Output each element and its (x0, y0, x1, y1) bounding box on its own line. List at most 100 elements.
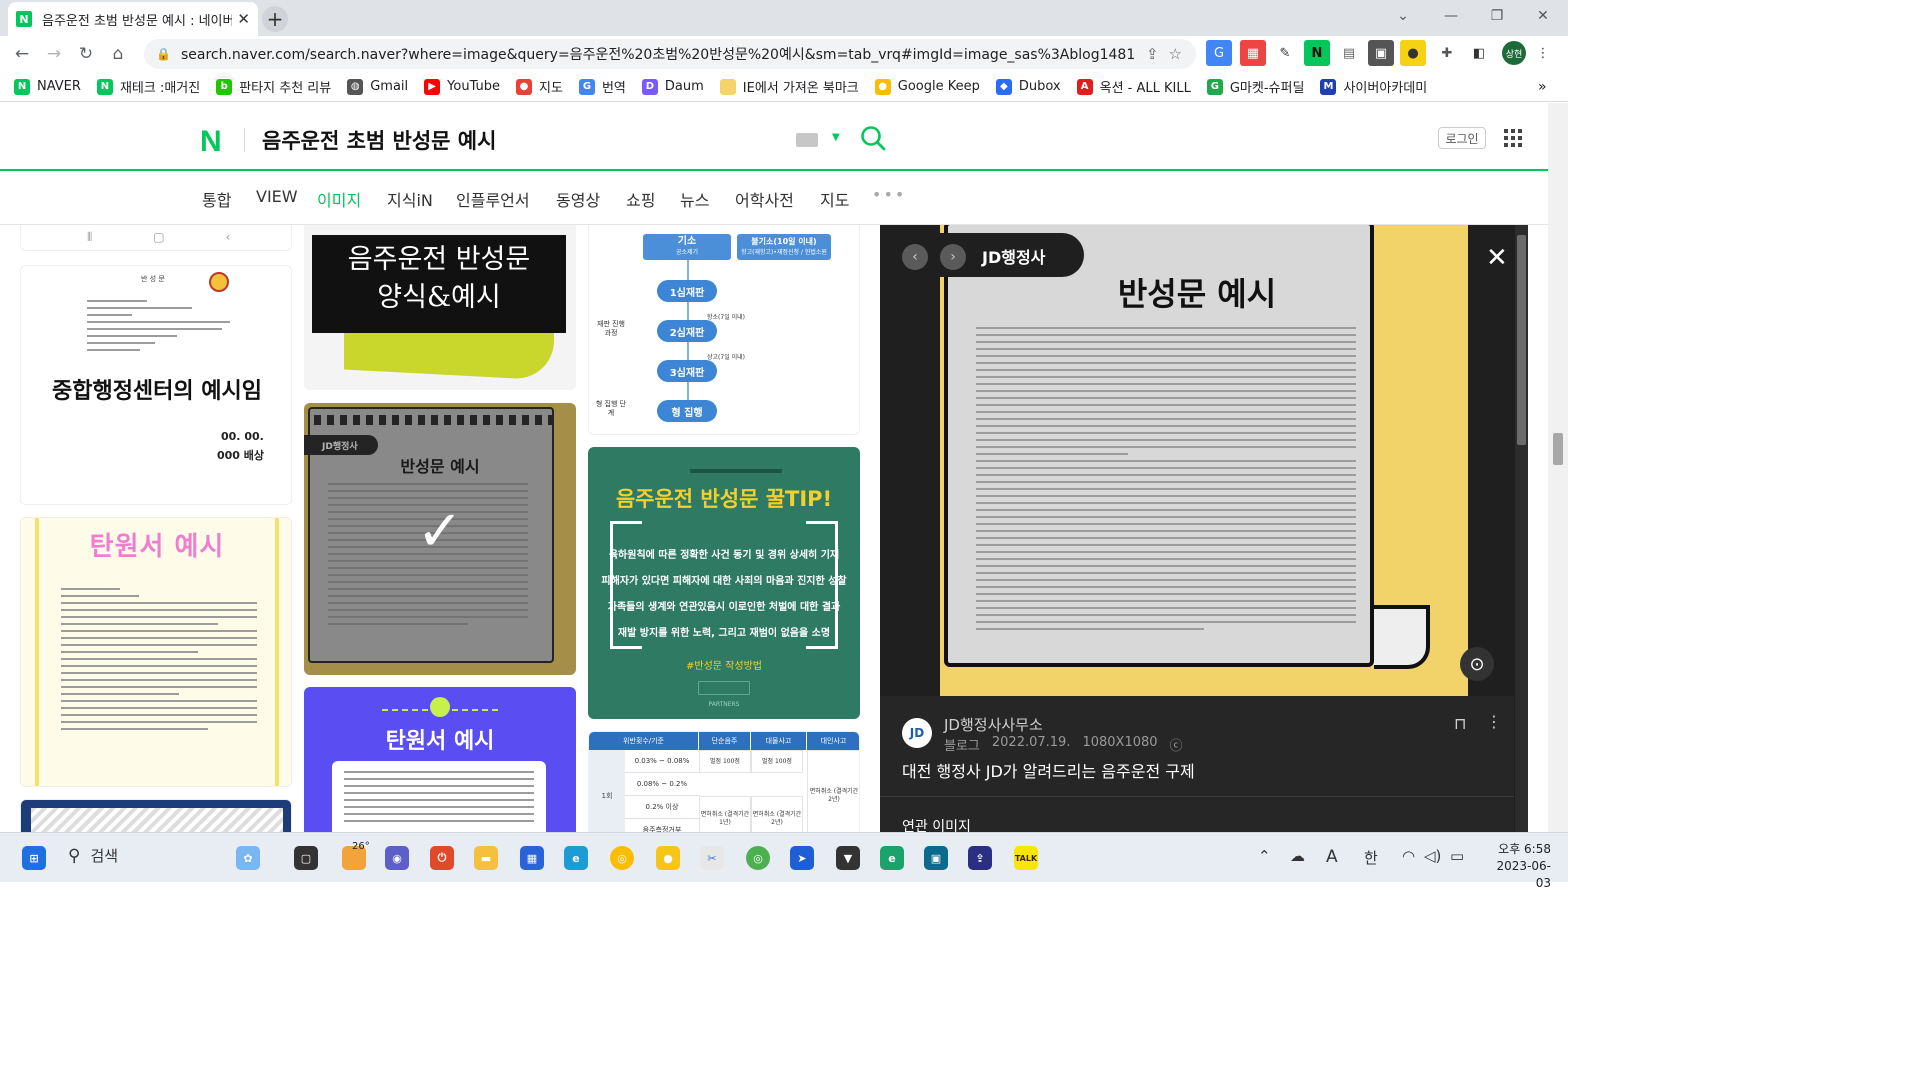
save-bookmark-icon[interactable]: ⊓ (1454, 714, 1466, 733)
naver-extension-icon[interactable]: N (1304, 40, 1330, 66)
address-bar[interactable]: 🔒 search.naver.com/search.naver?where=im… (144, 39, 1196, 69)
close-preview-button[interactable]: ✕ (1486, 243, 1508, 273)
bookmark-item[interactable]: G 번역 (578, 77, 626, 96)
bookmark-item[interactable]: A 옥션 - ALL KILL (1076, 77, 1191, 96)
minimize-button[interactable]: — (1428, 0, 1474, 32)
url-text[interactable]: search.naver.com/search.naver?where=imag… (181, 44, 1136, 64)
restore-button[interactable]: ❐ (1474, 0, 1520, 32)
profile-avatar[interactable]: 상현 (1502, 41, 1526, 65)
bookmark-item[interactable]: IE에서 가져온 북마크 (719, 77, 859, 96)
bookmark-item[interactable]: N NAVER (14, 78, 81, 95)
tab-1[interactable]: VIEW (256, 187, 298, 206)
next-image-button[interactable]: › (940, 244, 966, 270)
autocomplete-toggle-icon[interactable]: ▼ (832, 132, 840, 143)
taskbar-clock[interactable]: 오후 6:58 2023-06-03 (1485, 841, 1551, 892)
keep-icon[interactable]: ● (656, 846, 680, 870)
home-icon[interactable]: ⌂ (102, 38, 134, 70)
bookmark-item[interactable]: ▶ YouTube (424, 78, 500, 95)
bookmark-item[interactable]: M 사이버아카데미 (1320, 77, 1427, 96)
new-tab-button[interactable]: + (262, 6, 288, 32)
pen-app-icon[interactable]: ➤ (790, 846, 814, 870)
source-name[interactable]: JD행정사사무소 (944, 714, 1043, 735)
tab-9[interactable]: 지도 (820, 187, 849, 211)
lock-icon[interactable]: 🔒 (156, 47, 171, 61)
preview-image[interactable]: 반성문 예시 (880, 225, 1514, 696)
fox-app-icon[interactable]: ▼ (836, 846, 860, 870)
kakao-extension-icon[interactable]: ● (1400, 40, 1426, 66)
keyboard-icon[interactable] (796, 133, 818, 147)
tab-search-chevron-icon[interactable]: ⌄ (1380, 0, 1426, 32)
teams-icon[interactable]: ◉ (385, 846, 409, 870)
image-caption[interactable]: 대전 행정사 JD가 알려드리는 음주운전 구제 (902, 758, 1195, 782)
share-icon[interactable]: ⇪ (1146, 45, 1159, 63)
reload-icon[interactable]: ↻ (70, 38, 102, 70)
camera-app-icon[interactable]: ▣ (924, 846, 948, 870)
screenshot-extension-icon[interactable]: ▣ (1368, 40, 1394, 66)
image-result-tips[interactable]: 음주운전 반성문 꿀TIP! 육하원칙에 따른 정확한 사건 동기 및 경위 상… (588, 447, 860, 719)
tab-4[interactable]: 인플루언서 (456, 187, 530, 211)
search-icon[interactable] (860, 125, 886, 151)
battery-icon[interactable]: ▭ (1450, 847, 1464, 865)
search-query-input[interactable]: 음주운전 초범 반성문 예시 (262, 125, 496, 155)
tab-8[interactable]: 어학사전 (735, 187, 794, 211)
browser-menu-icon[interactable]: ⋮ (1530, 40, 1556, 66)
bookmark-item[interactable]: b 판타지 추천 리뷰 (216, 77, 331, 96)
start-menu-icon[interactable]: ⊞ (22, 846, 46, 870)
image-result-partial[interactable] (20, 799, 292, 832)
page-scrollbar[interactable] (1548, 103, 1568, 832)
edge-icon[interactable]: e (564, 846, 588, 870)
image-result-trial-flowchart[interactable]: 기소 공소제기 불기소(10일 이내) 항고(재항고)•재정신청 / 헌법소원 … (588, 225, 860, 435)
apps-grid-icon[interactable] (1504, 129, 1522, 147)
tab-3[interactable]: 지식iN (387, 187, 433, 211)
upload-app-icon[interactable]: ⇪ (968, 846, 992, 870)
pen-extension-icon[interactable]: ✎ (1272, 40, 1298, 66)
bookmarks-overflow-icon[interactable]: » (1538, 79, 1547, 95)
bookmark-item[interactable]: D Daum (641, 78, 704, 95)
prev-image-button[interactable]: ‹ (902, 244, 928, 270)
tab-0[interactable]: 통합 (202, 187, 231, 211)
tab-7[interactable]: 뉴스 (680, 187, 709, 211)
page-scroll-thumb[interactable] (1553, 433, 1563, 465)
bookmark-item[interactable]: N 재테크 :매거진 (96, 77, 200, 96)
image-result-petition-sample[interactable]: 탄원서 예시 (20, 517, 292, 787)
tray-chevron-icon[interactable]: ⌃ (1258, 847, 1271, 865)
bookmark-item[interactable]: ● 지도 (516, 77, 563, 96)
side-panel-icon[interactable]: ◧ (1466, 40, 1492, 66)
chrome-profile-icon[interactable]: ◎ (746, 846, 770, 870)
wifi-icon[interactable]: ◠ (1402, 847, 1415, 865)
login-button[interactable]: 로그인 (1438, 127, 1486, 149)
snipping-tool-icon[interactable]: ✂ (700, 846, 724, 870)
taskbar-search[interactable]: ⚲ 검색 (68, 845, 118, 866)
bookmark-item[interactable]: ◍ Gmail (347, 78, 408, 95)
kakaotalk-icon[interactable]: TALK (1014, 846, 1038, 870)
browser-tab[interactable]: N 음주운전 초범 반성문 예시 : 네이버 ✕ (8, 2, 258, 36)
image-result-petition-blue[interactable]: 탄원서 예시 (304, 687, 576, 832)
source-avatar[interactable]: JD (902, 718, 932, 748)
image-result-jd-selected[interactable]: JD행정사 반성문 예시 ✓ (304, 403, 576, 675)
file-explorer-icon[interactable]: ▬ (474, 846, 498, 870)
window-close-button[interactable]: ✕ (1520, 0, 1566, 32)
edge-dev-icon[interactable]: e (880, 846, 904, 870)
preview-scrollbar[interactable] (1515, 225, 1528, 832)
tab-6[interactable]: 쇼핑 (626, 187, 655, 211)
forward-icon[interactable]: → (38, 38, 70, 70)
extensions-puzzle-icon[interactable]: ✚ (1434, 40, 1460, 66)
search-highlight-icon[interactable]: ✿ (236, 846, 260, 870)
tab-2[interactable]: 이미지 (317, 187, 361, 211)
task-view-icon[interactable]: ▢ (294, 846, 318, 870)
image-result-document-sample[interactable]: 반 성 문 중합행정센터의 예시임 00. 00. 000 배상 (20, 265, 292, 505)
image-result-dui-form[interactable]: 음주운전 반성문 양식&예시 (304, 225, 576, 390)
bookmark-star-icon[interactable]: ☆ (1169, 45, 1182, 63)
chrome-icon[interactable]: ◎ (610, 846, 634, 870)
ime-language[interactable]: 한 (1364, 847, 1378, 868)
store-icon[interactable]: ▦ (520, 846, 544, 870)
more-options-icon[interactable]: ⋮ (1486, 712, 1502, 731)
more-tabs-icon[interactable]: ••• (872, 185, 906, 204)
onedrive-icon[interactable]: ☁ (1290, 847, 1305, 865)
lens-search-button[interactable]: ⊙ (1460, 647, 1494, 681)
bookmark-item[interactable]: G G마켓-슈퍼딜 (1206, 77, 1304, 96)
translate-extension-icon[interactable]: G (1206, 40, 1232, 66)
preview-scroll-thumb[interactable] (1517, 235, 1526, 445)
office-icon[interactable]: ⏻ (430, 846, 454, 870)
grid-extension-icon[interactable]: ▦ (1240, 40, 1266, 66)
